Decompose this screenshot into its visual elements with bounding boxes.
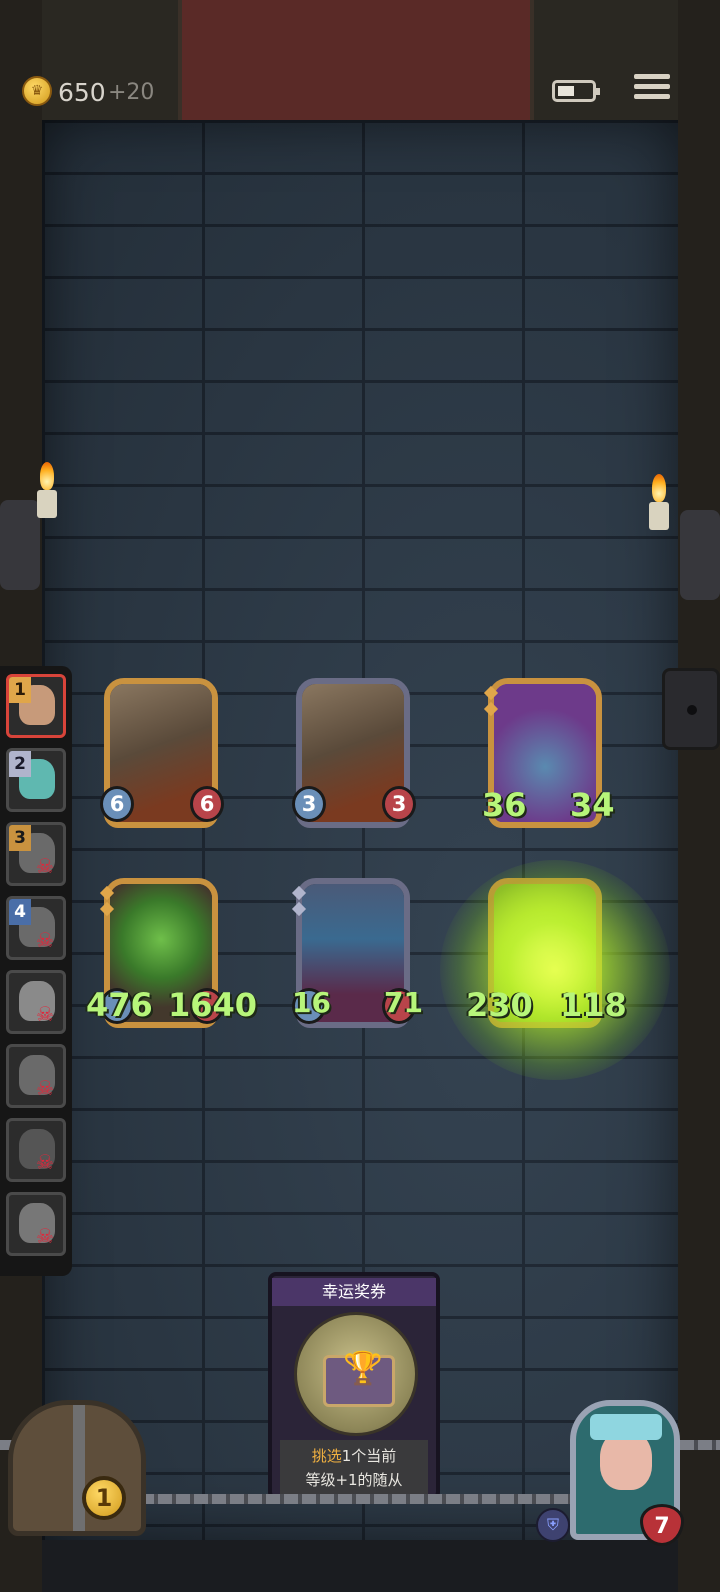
opponent-roster: 1 2 3 ☠ 4 ☠ ☠ ☠ ☠ ☠ <box>0 666 72 1276</box>
right-sconce <box>680 510 720 600</box>
health-stat: 6 <box>190 786 224 822</box>
reward-title: 幸运奖券 <box>272 1278 436 1306</box>
attack-stat: 230 <box>466 986 533 1024</box>
shield-icon: ⛨ <box>536 1508 570 1542</box>
skull-icon: ☠ <box>36 854 54 878</box>
trophy-icon: 🏆 <box>343 1349 383 1387</box>
battery-icon <box>552 80 600 102</box>
torch-icon <box>34 462 60 518</box>
reward-description: 挑选1个当前 等级+1的随从 <box>280 1440 428 1496</box>
rank-badge: 1 <box>9 677 31 703</box>
roster-slot-4[interactable]: 4 ☠ <box>6 896 66 960</box>
gold-amount: 650 <box>58 78 106 107</box>
golden-glow-effect <box>440 860 670 1080</box>
attack-stat: 16 <box>292 986 331 1019</box>
skull-icon: ☠ <box>36 928 54 952</box>
roster-slot-2[interactable]: 2 <box>6 748 66 812</box>
attack-stat: 3 <box>292 786 326 822</box>
torch-icon <box>646 474 672 530</box>
right-pillar <box>678 0 720 1592</box>
attack-stat: 6 <box>100 786 134 822</box>
menu-icon[interactable] <box>634 74 670 106</box>
attack-stat: 36 <box>482 786 527 824</box>
health-stat: 118 <box>560 986 627 1024</box>
reward-desc-highlight: 挑选 <box>311 1447 342 1465</box>
treasure-chest[interactable] <box>8 1400 146 1536</box>
roster-slot-6[interactable]: ☠ <box>6 1044 66 1108</box>
roster-slot-8[interactable]: ☠ <box>6 1192 66 1256</box>
gold-income: +20 <box>108 80 155 105</box>
reward-desc-line1: 1个当前 <box>341 1447 397 1465</box>
health-stat: 34 <box>570 786 615 824</box>
lucky-ticket-card[interactable]: 幸运奖券 🏆 挑选1个当前 等级+1的随从 <box>268 1272 440 1500</box>
health-stat: 71 <box>384 986 423 1019</box>
chain <box>140 1494 570 1504</box>
crown-icon <box>590 1414 662 1440</box>
skull-icon: ☠ <box>36 1150 54 1174</box>
skull-icon: ☠ <box>36 1076 54 1100</box>
doorway <box>178 0 534 120</box>
roster-slot-3[interactable]: 3 ☠ <box>6 822 66 886</box>
roster-slot-7[interactable]: ☠ <box>6 1118 66 1182</box>
rank-badge: 3 <box>9 825 31 851</box>
reward-art: 🏆 <box>294 1312 418 1436</box>
chest-coin-counter: 1 <box>82 1476 126 1520</box>
health-stat: 3 <box>382 786 416 822</box>
chain <box>680 1440 720 1450</box>
left-sconce <box>0 500 40 590</box>
crown-coin-icon: ♛ <box>22 76 52 106</box>
rank-badge: 4 <box>9 899 31 925</box>
rank-badge: 2 <box>9 751 31 777</box>
skull-icon: ☠ <box>36 1002 54 1026</box>
roster-slot-5[interactable]: ☠ <box>6 970 66 1034</box>
health-stat: 1640 <box>168 986 258 1024</box>
attack-stat: 476 <box>86 986 153 1024</box>
reward-desc-line2: 等级+1的随从 <box>305 1471 403 1489</box>
side-panel-button[interactable] <box>662 668 720 750</box>
roster-slot-1[interactable]: 1 <box>6 674 66 738</box>
skull-icon: ☠ <box>36 1224 54 1248</box>
